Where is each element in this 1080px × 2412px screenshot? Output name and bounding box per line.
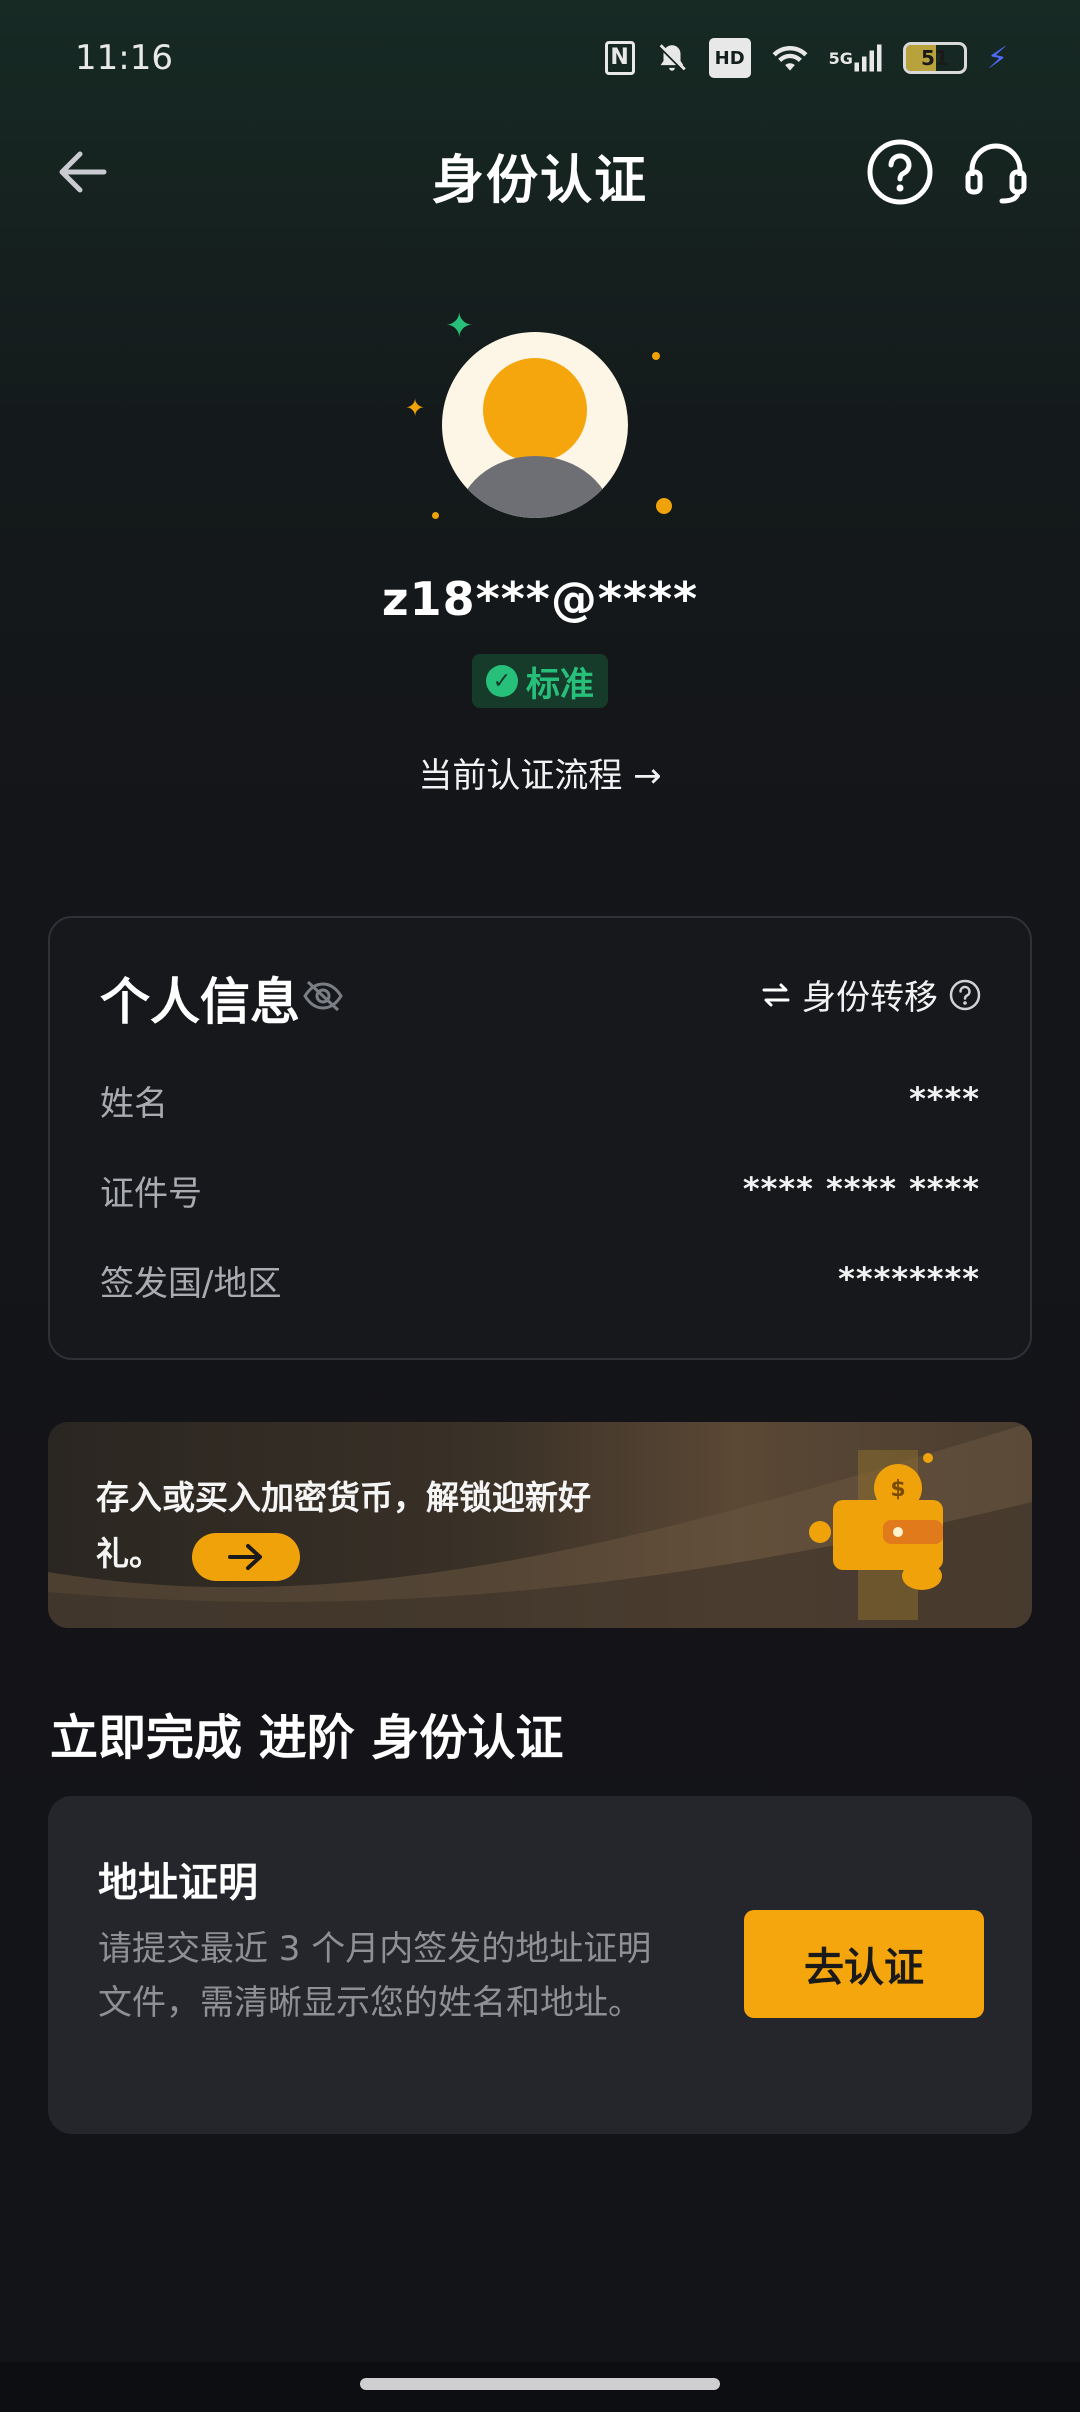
eye-off-icon[interactable] bbox=[302, 978, 344, 1014]
promo-text: 存入或买入加密货币，解锁迎新好礼。 bbox=[96, 1478, 591, 1573]
sparkle-icon: ✦ bbox=[445, 306, 474, 346]
transfer-label: 身份转移 bbox=[802, 978, 938, 1018]
battery-icon: 51 bbox=[902, 42, 967, 74]
status-time: 11:16 bbox=[75, 38, 173, 78]
decor-dot bbox=[652, 352, 660, 360]
avatar bbox=[442, 332, 628, 518]
user-avatar-icon bbox=[457, 358, 613, 518]
status-icons: N HD 5G 51 ⚡ bbox=[604, 38, 1008, 78]
question-circle-icon bbox=[867, 139, 933, 205]
network-type: 5G bbox=[828, 48, 853, 68]
address-proof-description: 请提交最近 3 个月内签发的地址证明文件，需清晰显示您的姓名和地址。 bbox=[98, 1929, 652, 2023]
arrow-right-icon: → bbox=[633, 756, 662, 796]
help-button[interactable] bbox=[866, 138, 934, 206]
headset-icon bbox=[965, 143, 1027, 204]
flow-link-label: 当前认证流程 bbox=[418, 756, 623, 796]
decor-dot bbox=[656, 498, 672, 514]
name-label: 姓名 bbox=[100, 1084, 168, 1124]
battery-level: 51 bbox=[921, 46, 949, 70]
promo-arrow-button[interactable] bbox=[192, 1533, 300, 1581]
bell-off-icon bbox=[655, 38, 689, 78]
issuing-country-label: 签发国/地区 bbox=[100, 1264, 282, 1304]
svg-text:$: $ bbox=[890, 1477, 905, 1502]
arrow-right-icon bbox=[228, 1544, 262, 1570]
info-question-icon bbox=[949, 979, 981, 1010]
account-id: z18***@**** bbox=[381, 572, 699, 626]
identity-transfer-link[interactable]: 身份转移 bbox=[760, 970, 982, 1019]
customer-support-button[interactable] bbox=[962, 138, 1030, 206]
wifi-icon bbox=[771, 38, 809, 78]
home-indicator[interactable] bbox=[360, 2378, 720, 2390]
id-number-value: **** **** **** bbox=[742, 1170, 980, 1208]
hd-icon: HD bbox=[708, 38, 751, 78]
decor-dot bbox=[432, 512, 439, 519]
swap-arrows-icon bbox=[762, 983, 790, 1006]
verified-check-icon: ✓ bbox=[486, 665, 518, 697]
verification-level-badge: ✓ 标准 bbox=[472, 654, 608, 708]
cellular-signal-icon: 5G bbox=[829, 38, 883, 78]
issuing-country-value: ******** bbox=[838, 1260, 980, 1298]
nfc-icon: N bbox=[604, 41, 635, 75]
id-number-label: 证件号 bbox=[100, 1174, 202, 1214]
go-verify-button[interactable]: 去认证 bbox=[744, 1910, 984, 2018]
current-flow-link[interactable]: 当前认证流程 → bbox=[0, 748, 1080, 797]
personal-info-title: 个人信息 bbox=[100, 973, 300, 1031]
address-proof-title: 地址证明 bbox=[98, 1860, 258, 1906]
badge-label: 标准 bbox=[526, 664, 594, 705]
sparkle-icon: ✦ bbox=[405, 394, 426, 422]
name-value: **** bbox=[909, 1080, 980, 1118]
charging-icon: ⚡ bbox=[986, 40, 1008, 76]
advanced-section-title: 立即完成 进阶 身份认证 bbox=[50, 1710, 564, 1766]
wallet-coins-icon: $ bbox=[809, 1450, 943, 1620]
